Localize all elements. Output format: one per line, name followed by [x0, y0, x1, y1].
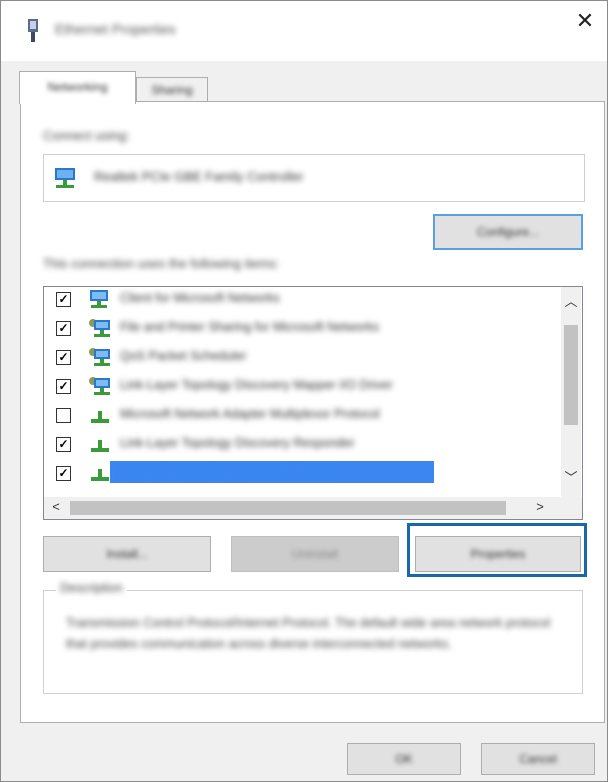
networking-panel: Connect using: Realtek PCIe GBE Family C… [20, 101, 605, 723]
description-legend: Description [56, 581, 127, 595]
connect-using-label: Connect using: [43, 128, 130, 143]
network-client-icon [90, 290, 108, 308]
item-checkbox[interactable]: ✓ [56, 292, 71, 307]
network-protocol-icon [91, 440, 109, 452]
item-label: File and Printer Sharing for Microsoft N… [120, 320, 380, 334]
tab-sharing[interactable]: Sharing [136, 77, 208, 103]
properties-button[interactable]: Properties [415, 536, 581, 572]
item-checkbox[interactable]: ✓ [56, 321, 71, 336]
network-adapter-icon [55, 168, 75, 188]
chevron-down-icon[interactable]: ﹀ [561, 467, 581, 486]
list-item[interactable]: ✓ Link-Layer Topology Discovery Responde… [44, 432, 554, 455]
horizontal-scroll-thumb[interactable] [70, 501, 506, 515]
network-protocol-icon [91, 411, 109, 423]
network-service-icon [89, 348, 110, 366]
item-label: Link-Layer Topology Discovery Mapper I/O… [120, 378, 393, 392]
uninstall-button[interactable]: Uninstall [231, 536, 399, 572]
install-button-label: Install... [106, 547, 148, 561]
network-service-icon [89, 377, 110, 395]
ethernet-properties-window: Ethernet Properties ✕ Networking Sharing… [0, 0, 608, 782]
item-checkbox[interactable]: ✓ [56, 379, 71, 394]
uninstall-button-label: Uninstall [291, 547, 339, 561]
description-legend-text: Description [60, 581, 123, 595]
description-text: Transmission Control Protocol/Internet P… [66, 616, 551, 651]
tab-networking[interactable]: Networking [19, 71, 136, 104]
chevron-up-icon[interactable]: ︿ [561, 291, 581, 310]
list-item[interactable]: Microsoft Network Adapter Multiplexor Pr… [44, 403, 554, 426]
install-button[interactable]: Install... [43, 536, 211, 572]
description-group: Description Transmission Control Protoco… [43, 581, 583, 694]
tab-sharing-label: Sharing [151, 83, 193, 97]
connection-items-label: This connection uses the following items… [43, 256, 280, 271]
adapter-field: Realtek PCIe GBE Family Controller [43, 154, 585, 202]
cancel-button[interactable]: Cancel [481, 743, 595, 775]
item-checkbox[interactable]: ✓ [56, 437, 71, 452]
list-item[interactable]: ✓ Client for Microsoft Networks [44, 287, 554, 310]
connection-items-list[interactable]: ✓ Client for Microsoft Networks ✓ File a… [43, 286, 583, 520]
network-service-icon [89, 319, 110, 337]
list-item-selected[interactable]: ✓ Internet Protocol Version 4 (TCP/IPv4) [44, 461, 554, 484]
window-title: Ethernet Properties [55, 21, 176, 37]
list-item[interactable]: ✓ QoS Packet Scheduler [44, 345, 554, 368]
tab-networking-label: Networking [47, 80, 108, 94]
item-label: Internet Protocol Version 4 (TCP/IPv4) [120, 465, 333, 479]
ethernet-plug-icon [28, 19, 38, 42]
close-button[interactable]: ✕ [571, 7, 599, 35]
item-label: Link-Layer Topology Discovery Responder [120, 436, 355, 450]
ok-button[interactable]: OK [347, 743, 461, 775]
ok-button-label: OK [395, 752, 413, 766]
chevron-right-icon[interactable]: > [530, 499, 550, 514]
item-checkbox[interactable]: ✓ [56, 466, 71, 481]
adapter-name: Realtek PCIe GBE Family Controller [94, 169, 304, 184]
vertical-scrollbar[interactable]: ︿ ﹀ [561, 287, 581, 497]
item-checkbox[interactable]: ✓ [56, 350, 71, 365]
item-checkbox[interactable] [56, 408, 71, 423]
horizontal-scrollbar[interactable]: < > [44, 497, 582, 519]
item-label: Microsoft Network Adapter Multiplexor Pr… [120, 407, 380, 421]
item-label: QoS Packet Scheduler [120, 349, 247, 363]
configure-button-label: Configure... [476, 225, 540, 239]
title-bar: Ethernet Properties ✕ [1, 1, 607, 61]
network-protocol-icon [91, 469, 109, 481]
item-label: Client for Microsoft Networks [120, 291, 280, 305]
cancel-button-label: Cancel [519, 752, 557, 766]
list-item[interactable]: ✓ File and Printer Sharing for Microsoft… [44, 316, 554, 339]
configure-button[interactable]: Configure... [433, 214, 583, 250]
properties-button-label: Properties [470, 547, 526, 561]
vertical-scroll-thumb[interactable] [564, 325, 578, 425]
chevron-left-icon[interactable]: < [46, 499, 66, 514]
list-item[interactable]: ✓ Link-Layer Topology Discovery Mapper I… [44, 374, 554, 397]
